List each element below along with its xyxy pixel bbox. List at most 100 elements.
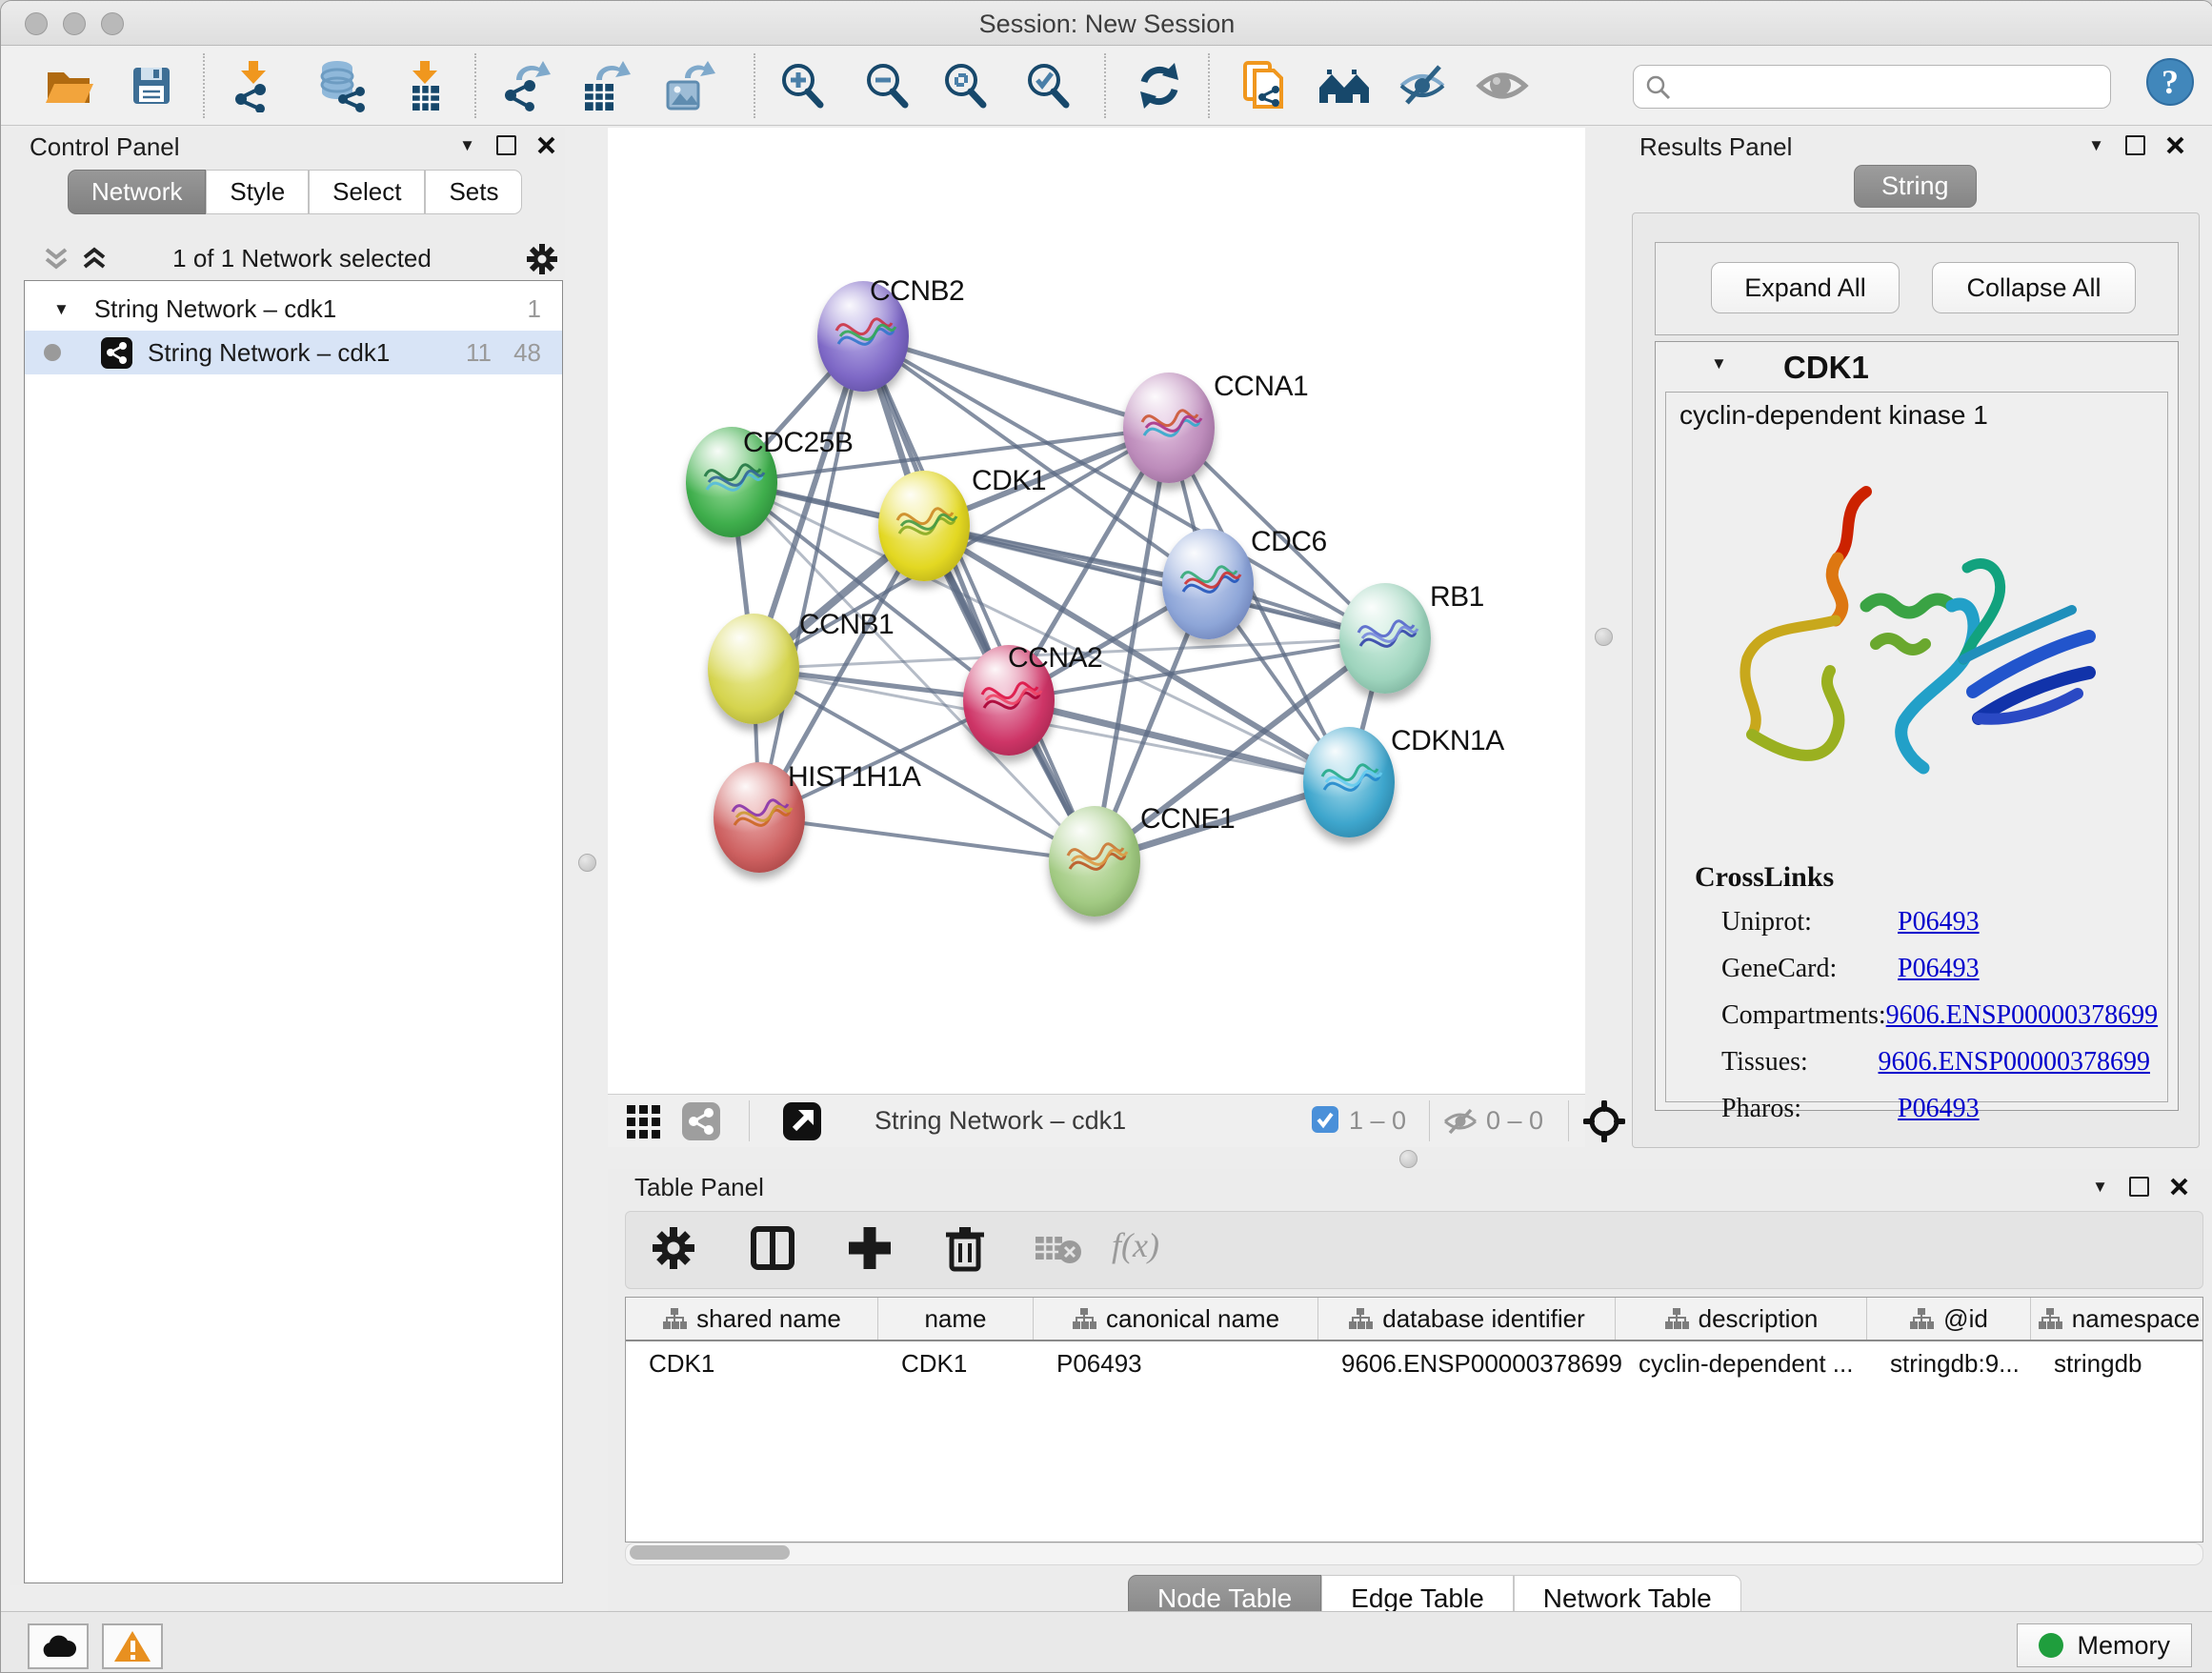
column-header-name[interactable]: name [878, 1298, 1034, 1340]
crosslink-link[interactable]: P06493 [1898, 1094, 1980, 1124]
table-cell[interactable]: P06493 [1034, 1341, 1318, 1385]
grid-view-icon[interactable] [625, 1103, 661, 1139]
network-options-gear-icon[interactable] [525, 242, 559, 276]
open-in-new-window-icon[interactable] [783, 1102, 821, 1140]
network-edge[interactable] [759, 817, 1095, 861]
table-options-gear-icon[interactable] [649, 1223, 698, 1273]
cloud-button[interactable] [28, 1623, 89, 1669]
network-view-toolbar: String Network – cdk1 1 – 0 0 – 0 [608, 1094, 1585, 1147]
table-cell[interactable]: CDK1 [878, 1341, 1034, 1385]
export-image-icon[interactable] [662, 59, 715, 112]
crosslink-link[interactable]: 9606.ENSP00000378699 [1886, 1000, 2158, 1031]
collapse-panel-icon[interactable]: ▼ [459, 137, 475, 153]
horizontal-scrollbar[interactable] [625, 1542, 2203, 1565]
zoom-fit-icon[interactable] [938, 59, 992, 112]
collection-expand-icon[interactable]: ▼ [53, 301, 70, 317]
collapse-panel-icon[interactable]: ▼ [2088, 137, 2104, 153]
export-table-icon[interactable] [577, 59, 631, 112]
bottom-splitter-handle[interactable] [1399, 1150, 1418, 1168]
hide-selected-eye-slash-icon[interactable] [1396, 59, 1449, 112]
save-session-icon[interactable] [125, 59, 178, 112]
collapse-all-networks-icon[interactable] [43, 246, 71, 272]
tab-string[interactable]: String [1854, 165, 1977, 208]
close-panel-icon[interactable] [2166, 136, 2184, 154]
show-graphics-details-eye-icon[interactable] [1476, 59, 1529, 112]
open-session-icon[interactable] [42, 59, 95, 112]
crosslink-label: Compartments: [1721, 1000, 1886, 1031]
column-header-canonical-name[interactable]: canonical name [1034, 1298, 1318, 1340]
zoom-in-icon[interactable] [775, 59, 829, 112]
tab-network[interactable]: Network [68, 170, 206, 214]
zoom-selected-icon[interactable] [1021, 59, 1075, 112]
table-cell[interactable]: cyclin-dependent ... [1616, 1341, 1867, 1385]
table-row[interactable]: CDK1CDK1P064939606.ENSP00000378699cyclin… [626, 1341, 2202, 1385]
expand-all-networks-icon[interactable] [81, 246, 110, 272]
zoom-out-icon[interactable] [860, 59, 914, 112]
tab-style[interactable]: Style [206, 170, 309, 214]
delete-column-trash-icon[interactable] [940, 1223, 990, 1273]
node-label-cdkn1a: CDKN1A [1391, 725, 1504, 757]
column-header-shared-name[interactable]: shared name [626, 1298, 878, 1340]
scrollbar-thumb[interactable] [630, 1545, 790, 1560]
table-panel: Table Panel ▼ f(x) shared namenamecanoni… [608, 1169, 2212, 1611]
collapse-all-button[interactable]: Collapse All [1932, 262, 2136, 313]
crosslink-link[interactable]: P06493 [1898, 907, 1980, 937]
entry-expand-icon[interactable]: ▼ [1711, 355, 1727, 372]
network-node-ccnb1[interactable] [708, 614, 799, 724]
float-panel-icon[interactable] [2129, 1177, 2149, 1197]
add-column-plus-icon[interactable] [845, 1223, 895, 1273]
column-header-label: canonical name [1106, 1304, 1279, 1334]
import-table-icon[interactable] [399, 59, 452, 112]
close-panel-icon[interactable] [537, 136, 555, 154]
node-table: shared namename canonical name database id… [625, 1297, 2203, 1542]
close-panel-icon[interactable] [2170, 1178, 2188, 1196]
table-cell[interactable]: CDK1 [626, 1341, 878, 1385]
tab-sets[interactable]: Sets [425, 170, 522, 214]
import-network-from-database-icon[interactable] [314, 59, 368, 112]
tab-select[interactable]: Select [309, 170, 425, 214]
memory-button[interactable]: Memory [2017, 1623, 2192, 1667]
toolbar-separator [1104, 53, 1106, 118]
network-row-selected[interactable]: String Network – cdk1 11 48 [25, 331, 562, 374]
gene-entry-header[interactable]: ▼ CDK1 [1656, 342, 2178, 390]
crosslink-link[interactable]: 9606.ENSP00000378699 [1879, 1047, 2150, 1078]
collapse-panel-icon[interactable]: ▼ [2092, 1179, 2108, 1195]
left-splitter-handle[interactable] [578, 854, 596, 872]
network-canvas[interactable]: CCNB2CCNA1CDC25BCDK1CDC6RB1CCNB1CCNA2CDK… [608, 128, 1585, 1094]
warnings-button[interactable] [102, 1623, 163, 1669]
help-button[interactable]: ? [2143, 55, 2197, 109]
right-splitter-handle[interactable] [1595, 628, 1613, 646]
column-header-namespace[interactable]: namespace [2031, 1298, 2203, 1340]
search-input[interactable] [1633, 65, 2111, 109]
show-columns-icon[interactable] [748, 1223, 797, 1273]
first-neighbors-icon[interactable] [1317, 59, 1371, 112]
table-cell[interactable]: stringdb:9... [1867, 1341, 2031, 1385]
network-node-cdc6[interactable] [1162, 529, 1254, 639]
crosslink-link[interactable]: P06493 [1898, 954, 1980, 984]
protein-ribbon-thumbnail [1339, 583, 1431, 694]
network-node-cdk1[interactable] [878, 471, 970, 581]
network-node-ccna1[interactable] [1123, 373, 1215, 483]
column-header-description[interactable]: description [1616, 1298, 1867, 1340]
float-panel-icon[interactable] [2125, 135, 2145, 155]
duplicate-network-icon[interactable] [1237, 59, 1291, 112]
column-header-@id[interactable]: @id [1867, 1298, 2031, 1340]
network-node-ccne1[interactable] [1049, 806, 1140, 917]
network-share-view-icon[interactable] [682, 1102, 720, 1140]
results-buttons-bar: Expand All Collapse All [1655, 242, 2179, 335]
network-node-rb1[interactable] [1339, 583, 1431, 694]
export-network-icon[interactable] [499, 59, 553, 112]
table-cell[interactable]: stringdb [2031, 1341, 2203, 1385]
selected-checkbox[interactable] [1311, 1105, 1339, 1139]
network-node-cdkn1a[interactable] [1303, 727, 1395, 837]
column-header-database-identifier[interactable]: database identifier [1318, 1298, 1616, 1340]
network-collection-row[interactable]: ▼ String Network – cdk1 1 [25, 287, 562, 331]
refresh-icon[interactable] [1133, 59, 1186, 112]
expand-all-button[interactable]: Expand All [1711, 262, 1900, 313]
network-edge[interactable] [759, 336, 863, 817]
table-cell[interactable]: 9606.ENSP00000378699 [1318, 1341, 1616, 1385]
import-network-icon[interactable] [228, 59, 281, 112]
toolbar-separator [1208, 53, 1210, 118]
node-navigator-crosshair-icon[interactable] [1583, 1100, 1625, 1142]
float-panel-icon[interactable] [496, 135, 516, 155]
